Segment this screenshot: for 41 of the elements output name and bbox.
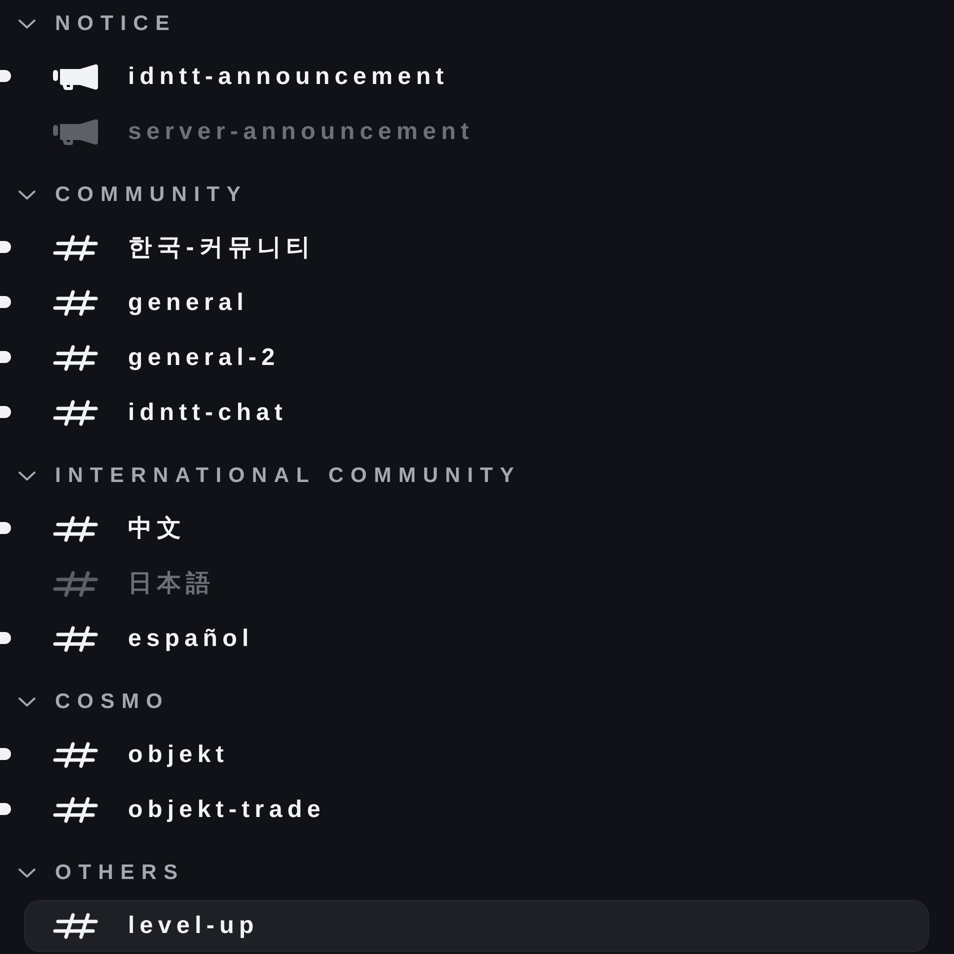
channel-item[interactable]: objekt-trade bbox=[24, 784, 929, 836]
hash-icon bbox=[53, 290, 98, 316]
hash-icon bbox=[53, 345, 98, 371]
channel-item[interactable]: server-announcement bbox=[24, 106, 929, 158]
channel-name: objekt bbox=[128, 740, 229, 770]
channel-item[interactable]: 한국-커뮤니티 bbox=[24, 222, 929, 274]
hash-icon bbox=[53, 571, 98, 597]
hash-icon bbox=[53, 235, 98, 261]
channel-item[interactable]: idntt-announcement bbox=[24, 51, 929, 103]
channel-name: 한국-커뮤니티 bbox=[128, 234, 315, 262]
channel-name: 日本語 bbox=[128, 570, 215, 598]
category-header[interactable]: INTERNATIONAL COMMUNITY bbox=[0, 452, 521, 500]
hash-icon bbox=[53, 913, 98, 939]
megaphone-icon bbox=[53, 64, 98, 90]
channel-item[interactable]: general-2 bbox=[24, 332, 929, 384]
channel-name: general bbox=[128, 288, 248, 318]
hash-icon bbox=[53, 400, 98, 426]
category-header[interactable]: OTHERS bbox=[0, 849, 185, 897]
channel-item[interactable]: 日本語 bbox=[24, 558, 929, 610]
channel-item[interactable]: español bbox=[24, 613, 929, 665]
megaphone-icon bbox=[53, 119, 98, 145]
category-header[interactable]: COMMUNITY bbox=[0, 171, 248, 219]
channel-item[interactable]: idntt-chat bbox=[24, 387, 929, 439]
channel-item[interactable]: 中文 bbox=[24, 503, 929, 555]
hash-icon bbox=[53, 742, 98, 768]
channel-item[interactable]: objekt bbox=[24, 729, 929, 781]
category-header[interactable]: COSMO bbox=[0, 678, 170, 726]
channel-name: objekt-trade bbox=[128, 796, 326, 824]
category-header[interactable]: NOTICE bbox=[0, 0, 176, 48]
channel-name: level-up bbox=[128, 912, 259, 940]
hash-icon bbox=[53, 797, 98, 823]
channel-name: español bbox=[128, 624, 254, 654]
hash-icon bbox=[53, 516, 98, 542]
channel-item[interactable]: general bbox=[24, 277, 929, 329]
hash-icon bbox=[53, 626, 98, 652]
channel-name: general-2 bbox=[128, 344, 280, 372]
channel-name: idntt-chat bbox=[128, 398, 288, 428]
channel-name: 中文 bbox=[128, 514, 186, 544]
channel-item[interactable]: level-up bbox=[24, 900, 929, 952]
channel-name: idntt-announcement bbox=[128, 62, 449, 92]
channel-name: server-announcement bbox=[128, 118, 474, 146]
